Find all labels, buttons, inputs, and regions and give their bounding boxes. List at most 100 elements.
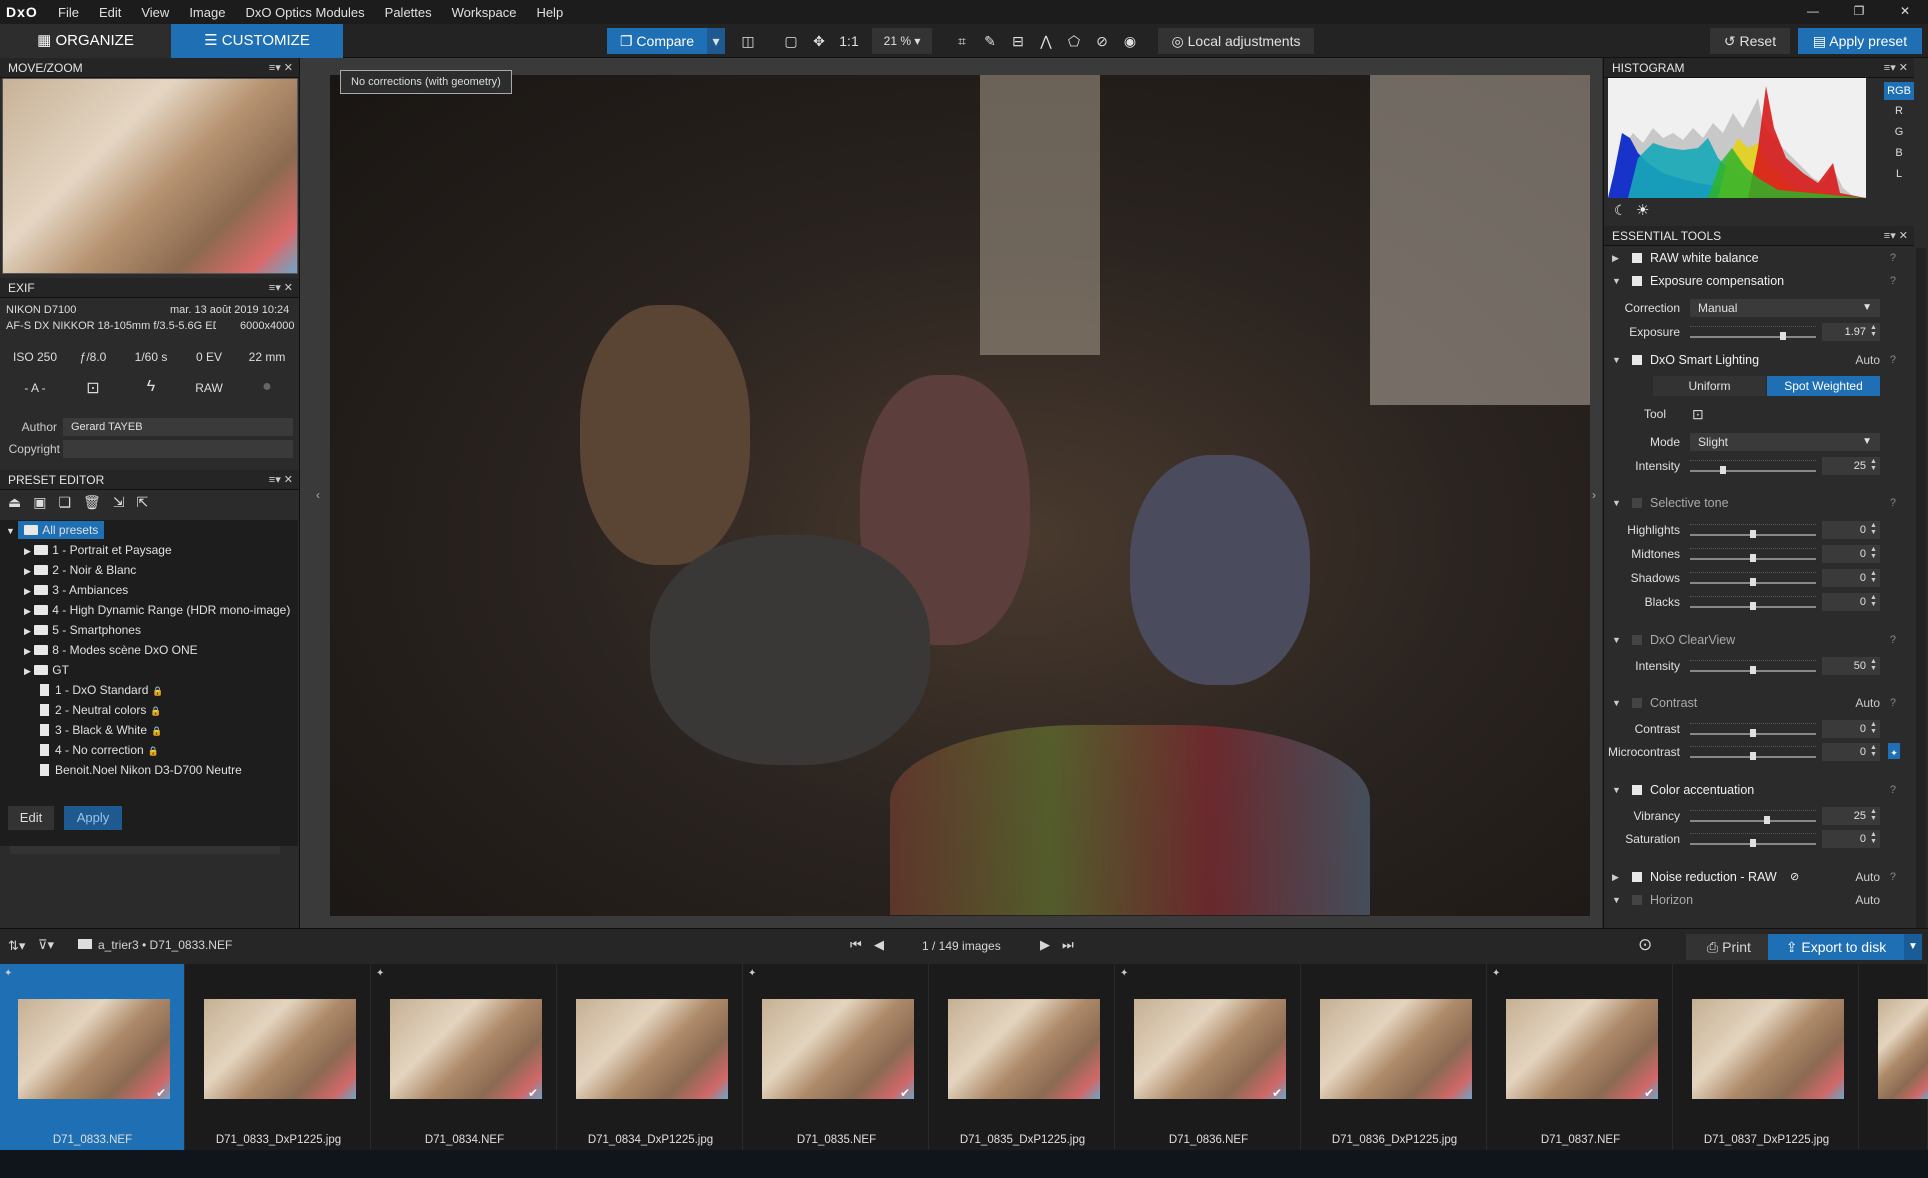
collapse-left-icon[interactable]: ‹	[316, 488, 320, 502]
export-icon[interactable]: ⇱	[137, 494, 161, 510]
slider-knob[interactable]	[1750, 839, 1756, 847]
enable-checkbox[interactable]	[1632, 698, 1642, 708]
uniform-button[interactable]: Uniform	[1653, 376, 1766, 396]
menu-edit[interactable]: Edit	[89, 5, 131, 20]
spin-icon[interactable]: ▲ ▼	[1870, 744, 1877, 758]
next-image-icon[interactable]: ▶	[1040, 937, 1050, 953]
vibrancy-slider[interactable]	[1690, 820, 1816, 822]
color-accentuation-section[interactable]: ▼ Color accentuation?	[1604, 780, 1904, 800]
first-image-icon[interactable]: ⏮	[850, 937, 862, 953]
close-button[interactable]: ✕	[1882, 0, 1928, 24]
channel-r[interactable]: R	[1884, 102, 1914, 120]
spot-weighted-button[interactable]: Spot Weighted	[1767, 376, 1880, 396]
slider-knob[interactable]	[1750, 729, 1756, 737]
exposure-slider[interactable]	[1690, 336, 1816, 338]
menu-file[interactable]: File	[48, 5, 89, 20]
maximize-button[interactable]: ❐	[1836, 0, 1882, 24]
noise-reduction-section[interactable]: ▶ Noise reduction - RAW ⊘ Auto?	[1604, 867, 1904, 887]
fit-icon[interactable]: ▢	[780, 28, 802, 54]
filter-icon[interactable]: ⊽▾	[38, 937, 54, 953]
last-image-icon[interactable]: ⏭	[1062, 937, 1074, 953]
apply-preset-button[interactable]: ▤ Apply preset	[1798, 28, 1922, 54]
slider-knob[interactable]	[1750, 530, 1756, 538]
menu-workspace[interactable]: Workspace	[442, 5, 527, 20]
import-icon[interactable]: ⇲	[113, 494, 137, 510]
smart-intensity-slider[interactable]	[1690, 470, 1816, 472]
menu-image[interactable]: Image	[179, 5, 235, 20]
duplicate-icon[interactable]: ❏	[58, 494, 83, 510]
spin-icon[interactable]: ▲ ▼	[1870, 721, 1877, 735]
reset-button[interactable]: ↺ Reset	[1710, 28, 1790, 54]
spin-icon[interactable]: ▲ ▼	[1870, 594, 1877, 608]
sync-icon[interactable]: ⊙	[1638, 935, 1652, 955]
spin-icon[interactable]: ▲ ▼	[1870, 658, 1877, 672]
zoom-1to1-button[interactable]: 1:1	[836, 28, 862, 54]
tree-folder[interactable]: ▶ 2 - Noir & Blanc	[0, 560, 298, 580]
clearview-section[interactable]: ▼ DxO ClearView?	[1604, 630, 1904, 650]
film-thumb[interactable]: ✦ ✔ D71_0836.NEF	[1116, 964, 1301, 1150]
right-scrollbar[interactable]	[1916, 248, 1926, 928]
compare-button[interactable]: ❐ Compare	[607, 28, 707, 54]
print-button[interactable]: ⎙ Print	[1686, 934, 1772, 960]
split-view-icon[interactable]: ◫	[736, 28, 760, 54]
slider-knob[interactable]	[1750, 666, 1756, 674]
panel-menu-icon[interactable]: ≡▾ ✕	[269, 470, 293, 490]
new-preset-icon[interactable]: ⏏	[8, 494, 33, 510]
film-thumb[interactable]: ✦ ✔ D71_0835.NEF	[744, 964, 929, 1150]
apply-button[interactable]: Apply	[64, 806, 122, 830]
export-dropdown[interactable]: ▼	[1904, 934, 1922, 960]
collapse-right-icon[interactable]: ›	[1592, 488, 1596, 502]
enable-checkbox[interactable]	[1632, 276, 1642, 286]
exposure-section[interactable]: ▼ Exposure compensation?	[1604, 271, 1904, 291]
tree-folder[interactable]: ▶ 4 - High Dynamic Range (HDR mono-image…	[0, 600, 298, 620]
enable-checkbox[interactable]	[1632, 355, 1642, 365]
minimize-button[interactable]: —	[1790, 0, 1836, 24]
enable-checkbox[interactable]	[1632, 498, 1642, 508]
tree-root[interactable]: ▼ All presets	[0, 520, 298, 540]
perspective-icon[interactable]: ⋀	[1034, 28, 1058, 54]
image-viewer[interactable]: ‹ › No corrections (with geometry)	[300, 58, 1602, 928]
film-thumb[interactable]: ✦ ✔ D71_0834.NEF	[372, 964, 557, 1150]
enable-checkbox[interactable]	[1632, 785, 1642, 795]
contrast-section[interactable]: ▼ Contrast Auto?	[1604, 693, 1904, 713]
tree-preset[interactable]: 2 - Neutral colors 🔒	[0, 700, 298, 720]
channel-b[interactable]: B	[1884, 144, 1914, 162]
auto-wand-icon[interactable]: ✦	[1888, 743, 1900, 759]
film-thumb[interactable]: D71_0837_DxP1225.jpg	[1674, 964, 1859, 1150]
compare-dropdown[interactable]: ▾	[707, 28, 725, 54]
tab-customize[interactable]: ☰ CUSTOMIZE	[171, 24, 343, 58]
author-field[interactable]: Gerard TAYEB	[63, 418, 293, 436]
enable-checkbox[interactable]	[1632, 635, 1642, 645]
spin-icon[interactable]: ▲ ▼	[1870, 808, 1877, 822]
panel-menu-icon[interactable]: ≡▾ ✕	[1884, 226, 1908, 246]
slider-knob[interactable]	[1750, 554, 1756, 562]
local-adjustments-button[interactable]: ◎ Local adjustments	[1158, 28, 1314, 54]
raw-wb-section[interactable]: ▶ RAW white balance?	[1604, 248, 1904, 268]
sort-icon[interactable]: ⇅▾	[8, 938, 25, 954]
help-icon[interactable]: ?	[1890, 867, 1896, 887]
channel-rgb[interactable]: RGB	[1884, 82, 1914, 100]
selective-tone-section[interactable]: ▼ Selective tone?	[1604, 493, 1904, 513]
mode-select[interactable]: Slight ▼	[1690, 433, 1880, 451]
correction-select[interactable]: Manual ▼	[1690, 299, 1880, 317]
enable-checkbox[interactable]	[1632, 872, 1642, 882]
channel-g[interactable]: G	[1884, 123, 1914, 141]
film-thumb[interactable]: D71_0835_DxP1225.jpg	[930, 964, 1115, 1150]
prev-image-icon[interactable]: ◀	[874, 937, 884, 953]
spin-icon[interactable]: ▲ ▼	[1870, 570, 1877, 584]
tree-folder[interactable]: ▶ 8 - Modes scène DxO ONE	[0, 640, 298, 660]
tree-folder[interactable]: ▶ 3 - Ambiances	[0, 580, 298, 600]
slider-knob[interactable]	[1720, 466, 1726, 474]
tree-preset[interactable]: 4 - No correction 🔒	[0, 740, 298, 760]
slider-knob[interactable]	[1780, 332, 1786, 340]
tree-folder[interactable]: ▶ GT	[0, 660, 298, 680]
crop-icon[interactable]: ⌗	[950, 28, 974, 54]
delete-icon[interactable]: 🗑	[83, 494, 113, 510]
film-thumb[interactable]	[1860, 964, 1928, 1150]
main-photo[interactable]	[330, 75, 1590, 916]
smart-lighting-section[interactable]: ▼ DxO Smart Lighting Auto?	[1604, 350, 1904, 370]
panel-menu-icon[interactable]: ≡▾ ✕	[269, 58, 293, 78]
help-icon[interactable]: ?	[1890, 248, 1896, 268]
horizon-section[interactable]: ▼ Horizon Auto	[1604, 890, 1904, 910]
edit-button[interactable]: Edit	[8, 806, 54, 830]
